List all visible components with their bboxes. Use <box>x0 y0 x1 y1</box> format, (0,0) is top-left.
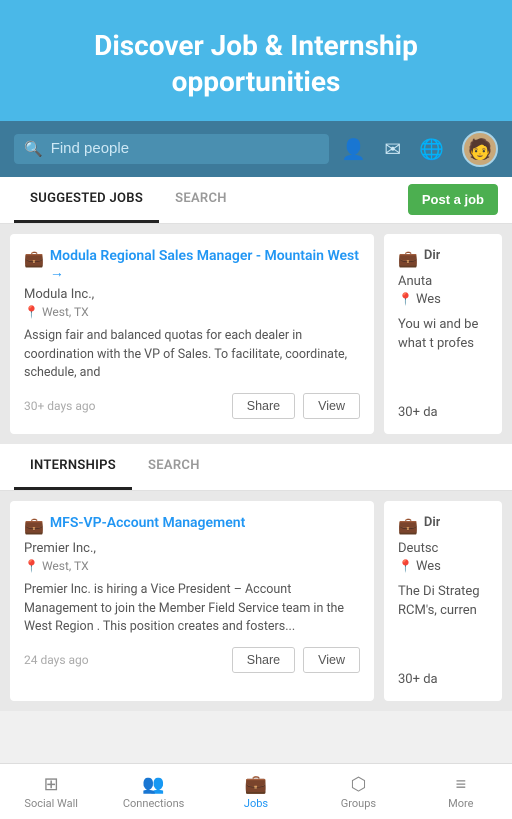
job-footer-2: 30+ da <box>398 405 488 420</box>
main-content: SUGGESTED JOBS SEARCH Post a job 💼 Modul… <box>0 177 512 770</box>
job-company-2: Anuta <box>398 274 488 289</box>
internship-company-1: Premier Inc., <box>24 541 360 556</box>
search-input[interactable] <box>51 140 320 157</box>
nav-social-wall[interactable]: ⊞ Social Wall <box>0 768 102 816</box>
internship-footer-1: 24 days ago Share View <box>24 647 360 673</box>
internship-card-1: 💼 MFS-VP-Account Management Premier Inc.… <box>10 501 374 701</box>
post-job-button[interactable]: Post a job <box>408 184 498 215</box>
briefcase-icon-1: 💼 <box>24 249 44 268</box>
pin-icon-1: 📍 <box>24 305 39 319</box>
more-label: More <box>448 797 473 810</box>
job-company-1: Modula Inc., <box>24 287 360 302</box>
internship-share-button-1[interactable]: Share <box>232 647 295 673</box>
search-icon: 🔍 <box>24 140 43 158</box>
internship-title-1: 💼 MFS-VP-Account Management <box>24 515 360 535</box>
job-title-2: 💼 Dir <box>398 248 488 268</box>
tab-search-jobs[interactable]: SEARCH <box>159 177 243 223</box>
job-days-2: 30+ da <box>398 405 488 420</box>
internship-days-1: 24 days ago <box>24 653 224 667</box>
hero-section: Discover Job & Internship opportunities <box>0 0 512 121</box>
more-icon: ≡ <box>456 774 467 795</box>
social-wall-icon: ⊞ <box>44 774 59 795</box>
job-title-1: 💼 Modula Regional Sales Manager - Mounta… <box>24 248 360 281</box>
internship-view-button-1[interactable]: View <box>303 647 360 673</box>
people-icon[interactable]: 👤 <box>341 137 366 161</box>
suggested-jobs-tabs: SUGGESTED JOBS SEARCH Post a job <box>0 177 512 224</box>
job-description-1: Assign fair and balanced quotas for each… <box>24 327 360 383</box>
tab-search-internships[interactable]: SEARCH <box>132 444 216 490</box>
tab-internships[interactable]: INTERNSHIPS <box>14 444 132 490</box>
groups-label: Groups <box>341 797 376 810</box>
job-card-1: 💼 Modula Regional Sales Manager - Mounta… <box>10 234 374 434</box>
tab-suggested-jobs[interactable]: SUGGESTED JOBS <box>14 177 159 223</box>
internship-days-2: 30+ da <box>398 672 488 687</box>
job-share-button-1[interactable]: Share <box>232 393 295 419</box>
search-icons: 👤 ✉ 🌐 🧑 <box>341 131 498 167</box>
internship-description-2: The Di Strateg RCM's, curren <box>398 582 488 662</box>
nav-connections[interactable]: 👥 Connections <box>102 768 204 816</box>
pin-icon-3: 📍 <box>24 559 39 573</box>
jobs-label: Jobs <box>244 797 268 810</box>
pin-icon-4: 📍 <box>398 559 413 573</box>
job-card-2-partial: 💼 Dir Anuta 📍 Wes You wi and be what t p… <box>384 234 502 434</box>
internship-footer-2: 30+ da <box>398 672 488 687</box>
message-icon[interactable]: ✉ <box>384 137 401 161</box>
internship-title-2: 💼 Dir <box>398 515 488 535</box>
search-input-wrap[interactable]: 🔍 <box>14 134 329 164</box>
job-view-button-1[interactable]: View <box>303 393 360 419</box>
pin-icon-2: 📍 <box>398 292 413 306</box>
hero-title: Discover Job & Internship opportunities <box>20 28 492 101</box>
bottom-nav: ⊞ Social Wall 👥 Connections 💼 Jobs ⬡ Gro… <box>0 763 512 819</box>
internship-company-2: Deutsc <box>398 541 488 556</box>
briefcase-icon-2: 💼 <box>398 249 418 268</box>
briefcase-icon-4: 💼 <box>398 516 418 535</box>
connections-label: Connections <box>123 797 184 810</box>
nav-jobs[interactable]: 💼 Jobs <box>205 768 307 816</box>
nav-groups[interactable]: ⬡ Groups <box>307 768 409 816</box>
avatar[interactable]: 🧑 <box>462 131 498 167</box>
internships-tabs: INTERNSHIPS SEARCH <box>0 444 512 491</box>
social-wall-label: Social Wall <box>24 797 78 810</box>
nav-more[interactable]: ≡ More <box>410 768 512 816</box>
job-days-1: 30+ days ago <box>24 399 224 413</box>
briefcase-icon-3: 💼 <box>24 516 44 535</box>
search-bar: 🔍 👤 ✉ 🌐 🧑 <box>0 121 512 177</box>
internship-card-2-partial: 💼 Dir Deutsc 📍 Wes The Di Strateg RCM's,… <box>384 501 502 701</box>
internship-description-1: Premier Inc. is hiring a Vice President … <box>24 581 360 637</box>
internship-location-1: 📍 West, TX <box>24 559 360 573</box>
job-description-2: You wi and be what t profes <box>398 315 488 395</box>
job-location-2: 📍 Wes <box>398 292 488 307</box>
internships-cards-row: 💼 MFS-VP-Account Management Premier Inc.… <box>0 491 512 711</box>
connections-icon: 👥 <box>142 774 164 795</box>
internship-location-2: 📍 Wes <box>398 559 488 574</box>
job-location-1: 📍 West, TX <box>24 305 360 319</box>
globe-icon[interactable]: 🌐 <box>419 137 444 161</box>
jobs-icon: 💼 <box>245 774 267 795</box>
job-footer-1: 30+ days ago Share View <box>24 393 360 419</box>
jobs-cards-row: 💼 Modula Regional Sales Manager - Mounta… <box>0 224 512 444</box>
groups-icon: ⬡ <box>351 774 367 795</box>
